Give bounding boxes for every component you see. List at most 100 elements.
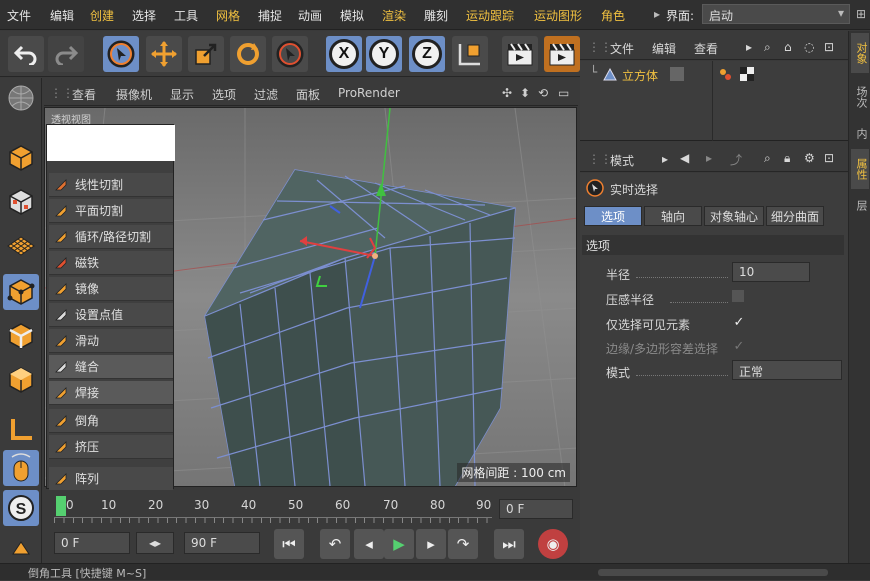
texture-checker-button[interactable]: [3, 184, 39, 220]
viewport-menu-view[interactable]: 查看: [72, 86, 96, 103]
end-frame-field[interactable]: 90 F: [184, 532, 260, 554]
drag-handle-icon[interactable]: ⋮⋮: [50, 86, 74, 100]
coordinate-system-button[interactable]: [452, 36, 488, 72]
menu-render[interactable]: 渲染: [382, 7, 406, 24]
mode-select[interactable]: 正常: [732, 360, 842, 380]
last-tool-button[interactable]: [272, 36, 308, 72]
timeline-ruler[interactable]: [54, 517, 492, 523]
drag-handle-icon[interactable]: ⋮⋮: [588, 152, 612, 166]
model-mode-button[interactable]: [3, 140, 39, 176]
viewport-menu-panel[interactable]: 面板: [296, 86, 320, 103]
attribute-menu-mode[interactable]: 模式: [610, 152, 634, 169]
tab-axis[interactable]: 轴向: [644, 206, 702, 226]
next-key-button[interactable]: ↷: [448, 529, 478, 559]
menu-snap[interactable]: 捕捉: [258, 7, 282, 24]
tab-subdivision-surface[interactable]: 细分曲面: [766, 206, 824, 226]
orbit-view-icon[interactable]: ⟲: [538, 86, 548, 100]
object-menu-edit[interactable]: 编辑: [652, 40, 676, 57]
menu-mesh[interactable]: 网格: [216, 7, 240, 24]
viewport-menu-options[interactable]: 选项: [212, 86, 236, 103]
texture-mode-button[interactable]: [3, 80, 39, 116]
visibility-toggle[interactable]: [670, 67, 684, 81]
pressure-radius-checkbox[interactable]: [732, 290, 744, 302]
y-axis-button[interactable]: Y: [366, 36, 402, 72]
forward-arrow-icon[interactable]: ▸: [706, 151, 712, 165]
object-menu-view[interactable]: 查看: [694, 40, 718, 57]
tab-object-axis[interactable]: 对象轴心: [704, 206, 764, 226]
current-frame-field[interactable]: 0 F: [499, 499, 573, 519]
snap-button[interactable]: S: [3, 490, 39, 526]
new-window-icon[interactable]: ⊡: [824, 151, 834, 165]
filter-icon[interactable]: ◌: [804, 40, 814, 54]
object-menu-more-icon[interactable]: ▸: [746, 40, 752, 54]
axis-mode-button[interactable]: [3, 412, 39, 448]
go-to-start-button[interactable]: ⏮: [274, 529, 304, 559]
popup-item-magnet[interactable]: 磁铁: [49, 251, 173, 275]
workplane-button[interactable]: [3, 228, 39, 264]
next-frame-button[interactable]: ▸: [416, 529, 446, 559]
redo-button[interactable]: [48, 36, 84, 72]
popup-item-mirror[interactable]: 镜像: [49, 277, 173, 301]
move-button[interactable]: [146, 36, 182, 72]
menu-select[interactable]: 选择: [132, 7, 156, 24]
play-button[interactable]: ▶: [384, 529, 414, 559]
menu-extra-icon[interactable]: ⊞: [856, 7, 866, 21]
tweak-mode-button[interactable]: [3, 450, 39, 486]
menu-edit[interactable]: 编辑: [50, 7, 74, 24]
popup-item-array[interactable]: 阵列: [49, 467, 173, 491]
tab-objects[interactable]: 对象: [851, 33, 869, 73]
viewport-menu-display[interactable]: 显示: [170, 86, 194, 103]
render-view-button[interactable]: [502, 36, 538, 72]
record-button[interactable]: ◉: [538, 529, 568, 559]
tab-attributes[interactable]: 属性: [851, 149, 869, 189]
polygons-mode-button[interactable]: [3, 362, 39, 398]
popup-search-field[interactable]: [47, 125, 175, 161]
object-menu-file[interactable]: 文件: [610, 40, 634, 57]
menu-sculpt[interactable]: 雕刻: [424, 7, 448, 24]
tolerant-selection-checkbox[interactable]: ✓: [732, 339, 746, 354]
rotate-button[interactable]: [230, 36, 266, 72]
menu-mograph[interactable]: 运动图形: [534, 7, 582, 24]
up-arrow-icon[interactable]: ⤴: [730, 151, 742, 168]
only-visible-checkbox[interactable]: ✓: [732, 315, 746, 330]
popup-item-set-point[interactable]: 设置点值: [49, 303, 173, 327]
popup-item-plane-cut[interactable]: 平面切割: [49, 199, 173, 223]
tab-layers[interactable]: 层: [851, 193, 869, 217]
lock-icon[interactable]: 🔒︎: [784, 151, 790, 166]
previous-key-button[interactable]: ↶: [320, 529, 350, 559]
popup-item-stitch[interactable]: 缝合: [49, 355, 173, 379]
menu-create[interactable]: 创建: [90, 7, 114, 24]
popup-item-weld[interactable]: 焊接: [49, 381, 173, 405]
go-to-end-button[interactable]: ⏭: [494, 529, 524, 559]
drag-handle-icon[interactable]: ⋮⋮: [588, 40, 612, 54]
menu-file[interactable]: 文件: [7, 7, 31, 24]
points-mode-button[interactable]: [3, 274, 39, 310]
menu-tools[interactable]: 工具: [174, 7, 198, 24]
viewport-menu-filter[interactable]: 过滤: [254, 86, 278, 103]
popup-item-loop-cut[interactable]: 循环/路径切割: [49, 225, 173, 249]
menu-simulate[interactable]: 模拟: [340, 7, 364, 24]
x-axis-button[interactable]: X: [326, 36, 362, 72]
frame-range-slider[interactable]: ◂▸: [136, 532, 174, 554]
pan-view-icon[interactable]: ✣: [502, 86, 512, 100]
phong-tag-icon[interactable]: [718, 67, 732, 81]
start-frame-field[interactable]: 0 F: [54, 532, 130, 554]
timeline-playhead[interactable]: [56, 496, 66, 516]
search-icon[interactable]: ⌕: [764, 151, 771, 166]
radius-field[interactable]: 10: [732, 262, 810, 282]
new-window-icon[interactable]: ⊡: [824, 40, 834, 54]
home-icon[interactable]: ⌂: [784, 40, 792, 54]
edges-mode-button[interactable]: [3, 318, 39, 354]
scale-button[interactable]: [188, 36, 224, 72]
timeline[interactable]: 0 10 20 30 40 50 60 70 80 90 0 F: [44, 490, 578, 526]
tab-options[interactable]: 选项: [584, 206, 642, 226]
live-select-button[interactable]: [103, 36, 139, 72]
z-axis-button[interactable]: Z: [409, 36, 445, 72]
uvw-tag-icon[interactable]: [740, 67, 754, 81]
render-to-picture-viewer-button[interactable]: [544, 36, 580, 72]
undo-button[interactable]: [8, 36, 44, 72]
settings-icon[interactable]: ⚙: [804, 151, 815, 165]
popup-item-extrude[interactable]: 挤压: [49, 435, 173, 459]
menu-character[interactable]: 角色: [601, 7, 625, 24]
previous-frame-button[interactable]: ◂: [354, 529, 384, 559]
